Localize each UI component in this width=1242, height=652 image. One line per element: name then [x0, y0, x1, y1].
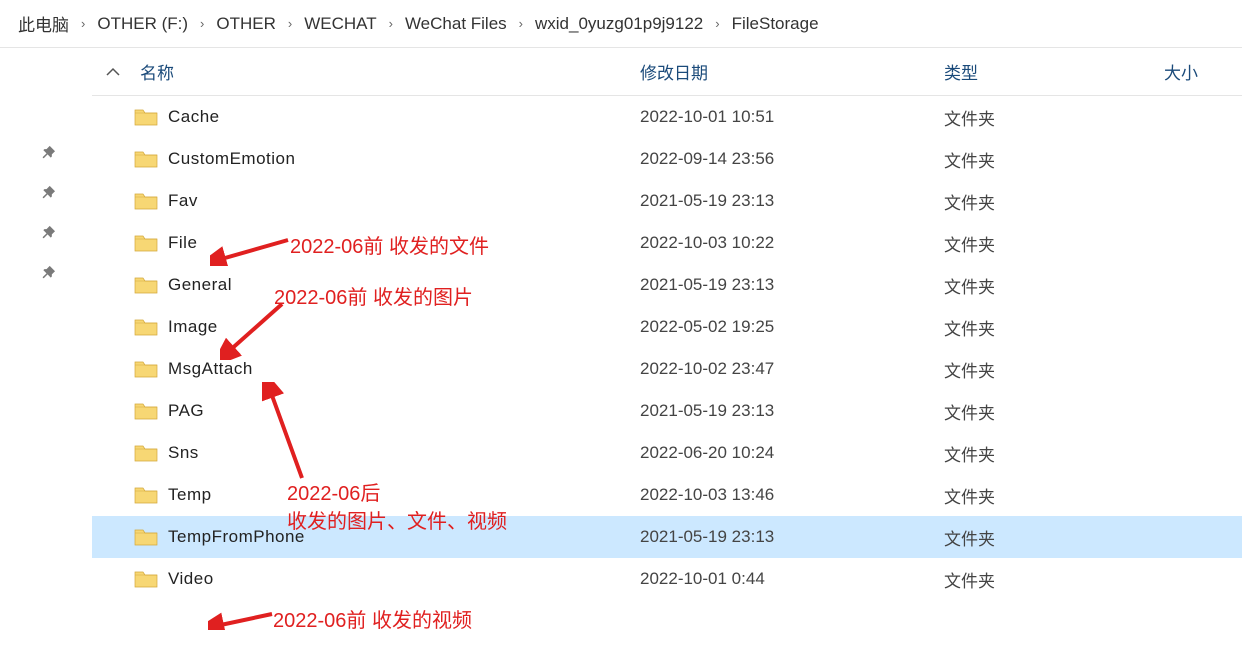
folder-icon	[134, 233, 158, 253]
folder-icon	[134, 359, 158, 379]
table-row[interactable]: Image 2022-05-02 19:25文件夹	[92, 306, 1242, 348]
folder-icon	[134, 317, 158, 337]
file-type: 文件夹	[944, 315, 1164, 340]
file-type: 文件夹	[944, 399, 1164, 424]
file-date: 2022-10-02 23:47	[640, 359, 944, 379]
file-date: 2022-10-01 10:51	[640, 107, 944, 127]
file-name: Image	[168, 317, 218, 337]
file-name: CustomEmotion	[168, 149, 295, 169]
column-headers: 名称 修改日期 类型 大小	[92, 48, 1242, 96]
table-row[interactable]: CustomEmotion 2022-09-14 23:56文件夹	[92, 138, 1242, 180]
table-row[interactable]: Temp 2022-10-03 13:46文件夹	[92, 474, 1242, 516]
folder-icon	[134, 191, 158, 211]
breadcrumb-other[interactable]: OTHER	[210, 12, 282, 36]
file-type: 文件夹	[944, 147, 1164, 172]
table-row[interactable]: Fav 2021-05-19 23:13文件夹	[92, 180, 1242, 222]
folder-icon	[134, 485, 158, 505]
breadcrumb-other-f[interactable]: OTHER (F:)	[91, 12, 194, 36]
table-row[interactable]: General 2021-05-19 23:13文件夹	[92, 264, 1242, 306]
folder-icon	[134, 275, 158, 295]
table-row[interactable]: MsgAttach 2022-10-02 23:47文件夹	[92, 348, 1242, 390]
folder-icon	[134, 569, 158, 589]
breadcrumb: 此电脑 › OTHER (F:) › OTHER › WECHAT › WeCh…	[0, 0, 1242, 48]
file-type: 文件夹	[944, 567, 1164, 592]
file-type: 文件夹	[944, 273, 1164, 298]
header-type[interactable]: 类型	[944, 59, 1164, 84]
chevron-right-icon[interactable]: ›	[387, 16, 395, 31]
header-size[interactable]: 大小	[1164, 59, 1198, 84]
folder-icon	[134, 107, 158, 127]
chevron-right-icon[interactable]: ›	[79, 16, 87, 31]
file-date: 2021-05-19 23:13	[640, 275, 944, 295]
file-name: Video	[168, 569, 214, 589]
chevron-right-icon[interactable]: ›	[286, 16, 294, 31]
file-name: Cache	[168, 107, 220, 127]
quick-access-pins	[0, 48, 92, 600]
file-type: 文件夹	[944, 483, 1164, 508]
file-name: TempFromPhone	[168, 527, 305, 547]
file-date: 2021-05-19 23:13	[640, 191, 944, 211]
file-date: 2022-06-20 10:24	[640, 443, 944, 463]
file-name: MsgAttach	[168, 359, 253, 379]
file-date: 2022-10-03 13:46	[640, 485, 944, 505]
table-row[interactable]: Cache 2022-10-01 10:51文件夹	[92, 96, 1242, 138]
file-date: 2022-10-01 0:44	[640, 569, 944, 589]
breadcrumb-filestorage[interactable]: FileStorage	[726, 12, 825, 36]
breadcrumb-wechat[interactable]: WECHAT	[298, 12, 382, 36]
annotation-video: 2022-06前 收发的视频	[273, 604, 472, 633]
file-type: 文件夹	[944, 525, 1164, 550]
table-row[interactable]: Video 2022-10-01 0:44文件夹	[92, 558, 1242, 600]
file-type: 文件夹	[944, 231, 1164, 256]
folder-icon	[134, 527, 158, 547]
file-name: PAG	[168, 401, 204, 421]
folder-icon	[134, 443, 158, 463]
chevron-right-icon[interactable]: ›	[198, 16, 206, 31]
file-date: 2021-05-19 23:13	[640, 401, 944, 421]
file-date: 2022-05-02 19:25	[640, 317, 944, 337]
file-type: 文件夹	[944, 189, 1164, 214]
pin-icon[interactable]	[31, 261, 61, 291]
file-name: File	[168, 233, 197, 253]
file-date: 2021-05-19 23:13	[640, 527, 944, 547]
file-name: General	[168, 275, 232, 295]
folder-icon	[134, 401, 158, 421]
breadcrumb-wechat-files[interactable]: WeChat Files	[399, 12, 513, 36]
header-name[interactable]: 名称	[134, 59, 640, 84]
breadcrumb-wxid[interactable]: wxid_0yuzg01p9j9122	[529, 12, 709, 36]
file-date: 2022-10-03 10:22	[640, 233, 944, 253]
file-name: Sns	[168, 443, 199, 463]
header-date[interactable]: 修改日期	[640, 59, 944, 84]
file-type: 文件夹	[944, 105, 1164, 130]
sort-caret-icon[interactable]	[92, 64, 134, 80]
chevron-right-icon[interactable]: ›	[517, 16, 525, 31]
breadcrumb-this-pc[interactable]: 此电脑	[12, 9, 75, 38]
table-row[interactable]: TempFromPhone 2021-05-19 23:13文件夹	[92, 516, 1242, 558]
table-row[interactable]: File 2022-10-03 10:22文件夹	[92, 222, 1242, 264]
pin-icon[interactable]	[31, 141, 61, 171]
arrow-icon	[208, 598, 276, 630]
file-date: 2022-09-14 23:56	[640, 149, 944, 169]
file-name: Temp	[168, 485, 212, 505]
file-type: 文件夹	[944, 441, 1164, 466]
table-row[interactable]: PAG 2021-05-19 23:13文件夹	[92, 390, 1242, 432]
pin-icon[interactable]	[31, 221, 61, 251]
chevron-right-icon[interactable]: ›	[713, 16, 721, 31]
file-name: Fav	[168, 191, 198, 211]
file-type: 文件夹	[944, 357, 1164, 382]
table-row[interactable]: Sns 2022-06-20 10:24文件夹	[92, 432, 1242, 474]
folder-icon	[134, 149, 158, 169]
pin-icon[interactable]	[31, 181, 61, 211]
